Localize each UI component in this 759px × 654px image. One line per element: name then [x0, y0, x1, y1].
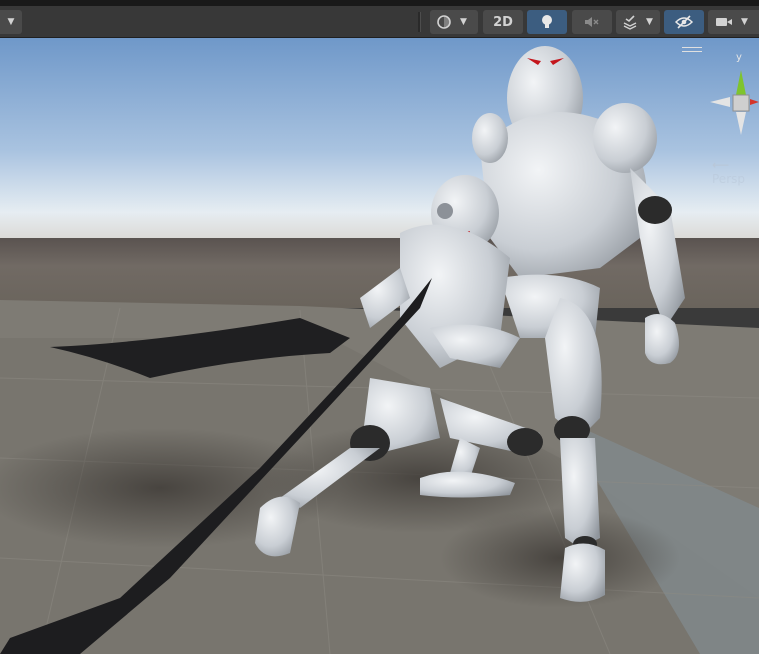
effects-button[interactable]: ▼	[616, 10, 660, 34]
camera-button[interactable]: ▼	[708, 10, 759, 34]
lighting-button[interactable]	[527, 10, 567, 34]
toggle-2d-label: 2D	[493, 14, 513, 30]
neg-y-axis-cone[interactable]	[736, 112, 746, 135]
toolbar-separator	[418, 12, 421, 32]
y-axis-label: y	[736, 52, 742, 63]
scene-render	[0, 38, 759, 654]
shading-mode-icon	[437, 15, 451, 29]
chevron-down-icon: ▼	[7, 17, 15, 27]
lightbulb-icon	[542, 15, 552, 28]
orientation-gizmo[interactable]	[700, 50, 759, 150]
projection-label[interactable]: ⟵ Persp	[712, 158, 759, 186]
audio-button[interactable]	[572, 10, 612, 34]
chevron-down-icon: ▼	[460, 17, 467, 27]
draw-mode-button[interactable]: ▼	[430, 10, 478, 34]
scene-view-window: ▼ ▼ 2D ▼ ▼ y ⟵ Persp	[0, 0, 759, 654]
eye-hidden-icon	[675, 15, 693, 29]
visibility-button[interactable]	[664, 10, 704, 34]
toggle-2d-button[interactable]: 2D	[483, 10, 523, 34]
chevron-down-icon: ▼	[646, 17, 653, 27]
effects-layers-icon	[623, 15, 637, 30]
gizmo-center-cube[interactable]	[732, 94, 750, 112]
chevron-down-icon: ▼	[741, 17, 748, 27]
scene-viewport[interactable]	[0, 38, 759, 654]
x-axis-cone[interactable]	[750, 99, 759, 105]
neg-x-axis-cone[interactable]	[710, 97, 730, 107]
y-axis-cone[interactable]	[736, 70, 746, 95]
arrow-left-icon: ⟵	[712, 158, 730, 172]
scene-toolbar: ▼ ▼ 2D ▼ ▼	[0, 6, 759, 38]
audio-mute-icon	[585, 17, 599, 27]
overlay-menu-handle[interactable]	[682, 47, 702, 55]
left-dropdown-button[interactable]: ▼	[0, 10, 22, 34]
camera-icon	[716, 18, 732, 26]
